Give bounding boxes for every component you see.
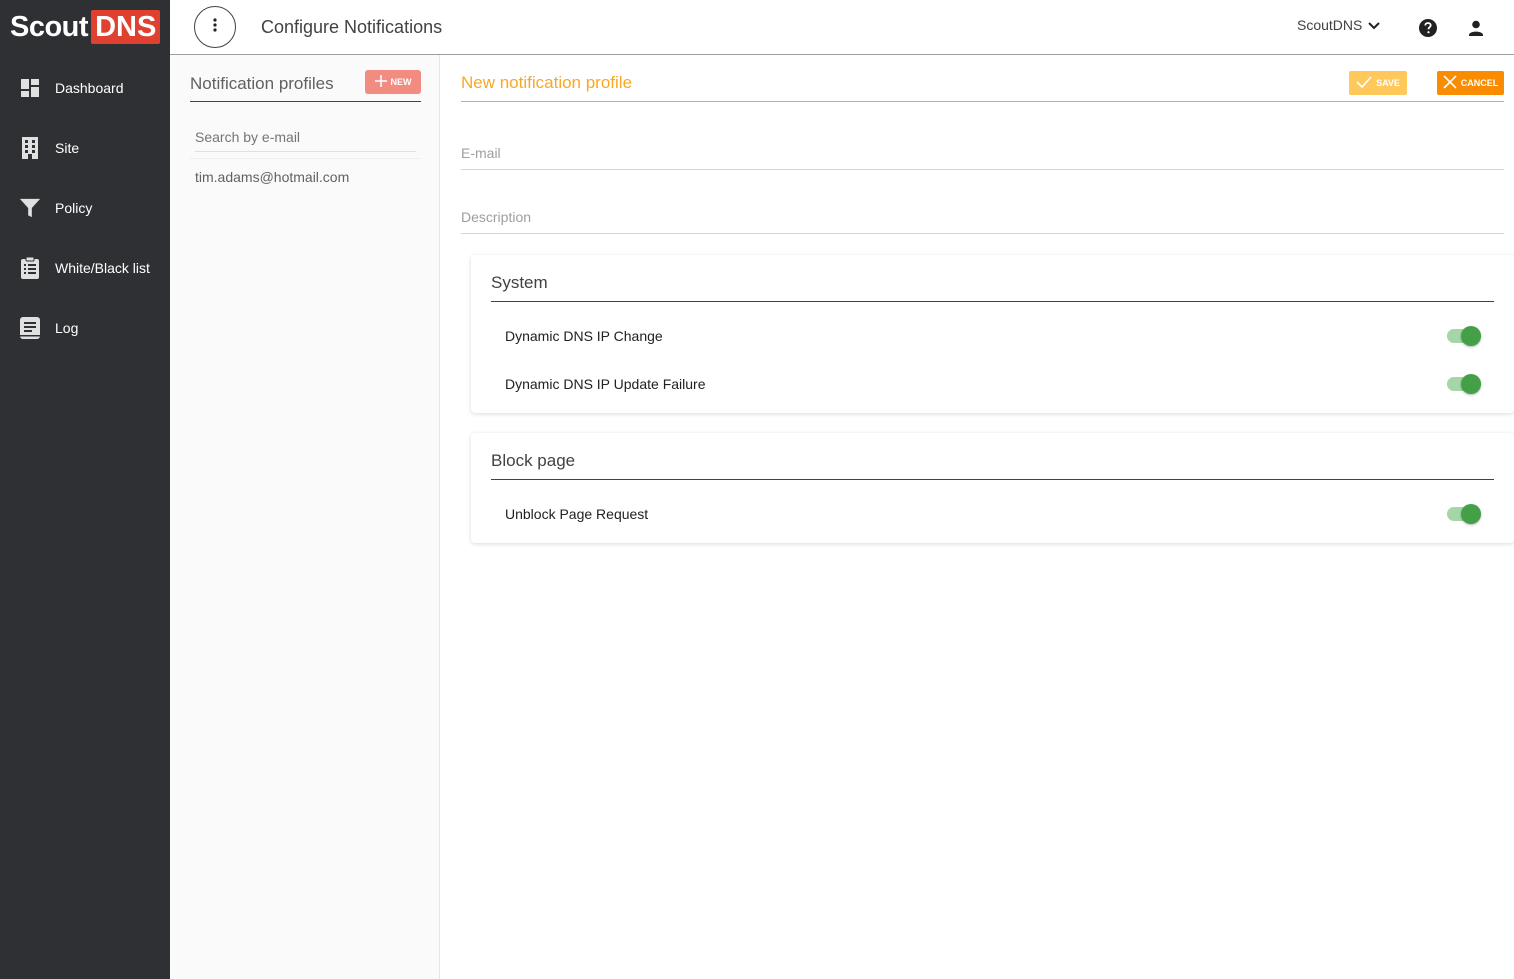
top-header: Configure Notifications ScoutDNS [170,0,1514,55]
scoutdns-logo[interactable]: Scout DNS [0,0,170,54]
cancel-button[interactable]: CANCEL [1437,71,1504,95]
more-vert-icon [213,17,217,37]
account-name: ScoutDNS [1297,17,1363,33]
toggle-switch[interactable] [1447,504,1481,524]
check-icon [1356,76,1376,90]
sidebar-item-dashboard[interactable]: Dashboard [0,58,170,118]
profile-form: New notification profile SAVE CANCEL Sys… [441,55,1514,979]
profiles-header: Notification profiles NEW [190,70,421,102]
block-page-section-card: Block page Unblock Page Request [471,433,1514,543]
section-title: Block page [491,451,576,470]
profiles-title: Notification profiles [190,74,334,93]
sidebar-item-site[interactable]: Site [0,118,170,178]
cancel-label: CANCEL [1460,78,1499,88]
book-icon [19,316,41,340]
toggle-label: Dynamic DNS IP Update Failure [505,376,706,392]
sidebar-item-white-black-list[interactable]: White/Black list [0,238,170,298]
clipboard-list-icon [19,256,41,280]
account-dropdown[interactable]: ScoutDNS [1297,17,1381,33]
close-icon [1443,75,1461,91]
new-profile-button[interactable]: NEW [365,70,421,94]
profiles-panel: Notification profiles NEW tim.adams@hotm… [170,55,440,979]
sidebar-item-label: White/Black list [55,260,150,276]
sidebar-item-log[interactable]: Log [0,298,170,358]
section-header: System [491,273,1494,302]
toggle-row-unblock-page-request: Unblock Page Request [505,502,1481,526]
logo-dns-text: DNS [91,10,161,44]
sidebar: Scout DNS Dashboard Site Policy White/Bl… [0,0,170,979]
system-section-card: System Dynamic DNS IP Change Dynamic DNS… [471,255,1514,413]
building-icon [19,136,41,160]
toggle-switch[interactable] [1447,326,1481,346]
more-menu-button[interactable] [194,6,236,48]
description-field[interactable] [461,200,1504,234]
toggle-switch[interactable] [1447,374,1481,394]
sidebar-item-label: Site [55,140,80,156]
page-title: Configure Notifications [261,17,443,37]
sidebar-item-label: Log [55,320,79,336]
section-title: System [491,273,548,292]
toggle-row-dynamic-dns-ip-update-failure: Dynamic DNS IP Update Failure [505,372,1481,396]
toggle-row-dynamic-dns-ip-change: Dynamic DNS IP Change [505,324,1481,348]
person-icon [1466,20,1486,42]
user-menu-button[interactable] [1466,18,1486,38]
form-header: New notification profile SAVE CANCEL [461,69,1504,102]
new-button-label: NEW [390,77,412,87]
sidebar-item-label: Dashboard [55,80,124,96]
save-button[interactable]: SAVE [1349,71,1407,95]
dashboard-icon [19,76,41,100]
search-email-input[interactable] [195,123,416,152]
email-field[interactable] [461,136,1504,170]
sidebar-nav: Dashboard Site Policy White/Black list L… [0,58,170,358]
toggle-label: Dynamic DNS IP Change [505,328,663,344]
plus-icon [374,75,391,89]
save-label: SAVE [1376,78,1400,88]
toggle-label: Unblock Page Request [505,506,649,522]
section-header: Block page [491,451,1494,480]
chevron-down-icon [1362,17,1381,33]
logo-scout-text: Scout [10,10,89,43]
help-button[interactable] [1418,18,1438,38]
profile-email: tim.adams@hotmail.com [195,168,350,185]
sidebar-item-label: Policy [55,200,93,216]
filter-icon [19,196,41,220]
sidebar-item-policy[interactable]: Policy [0,178,170,238]
form-title: New notification profile [461,73,633,92]
profile-list-item[interactable]: tim.adams@hotmail.com [190,158,421,194]
help-icon [1418,19,1438,42]
